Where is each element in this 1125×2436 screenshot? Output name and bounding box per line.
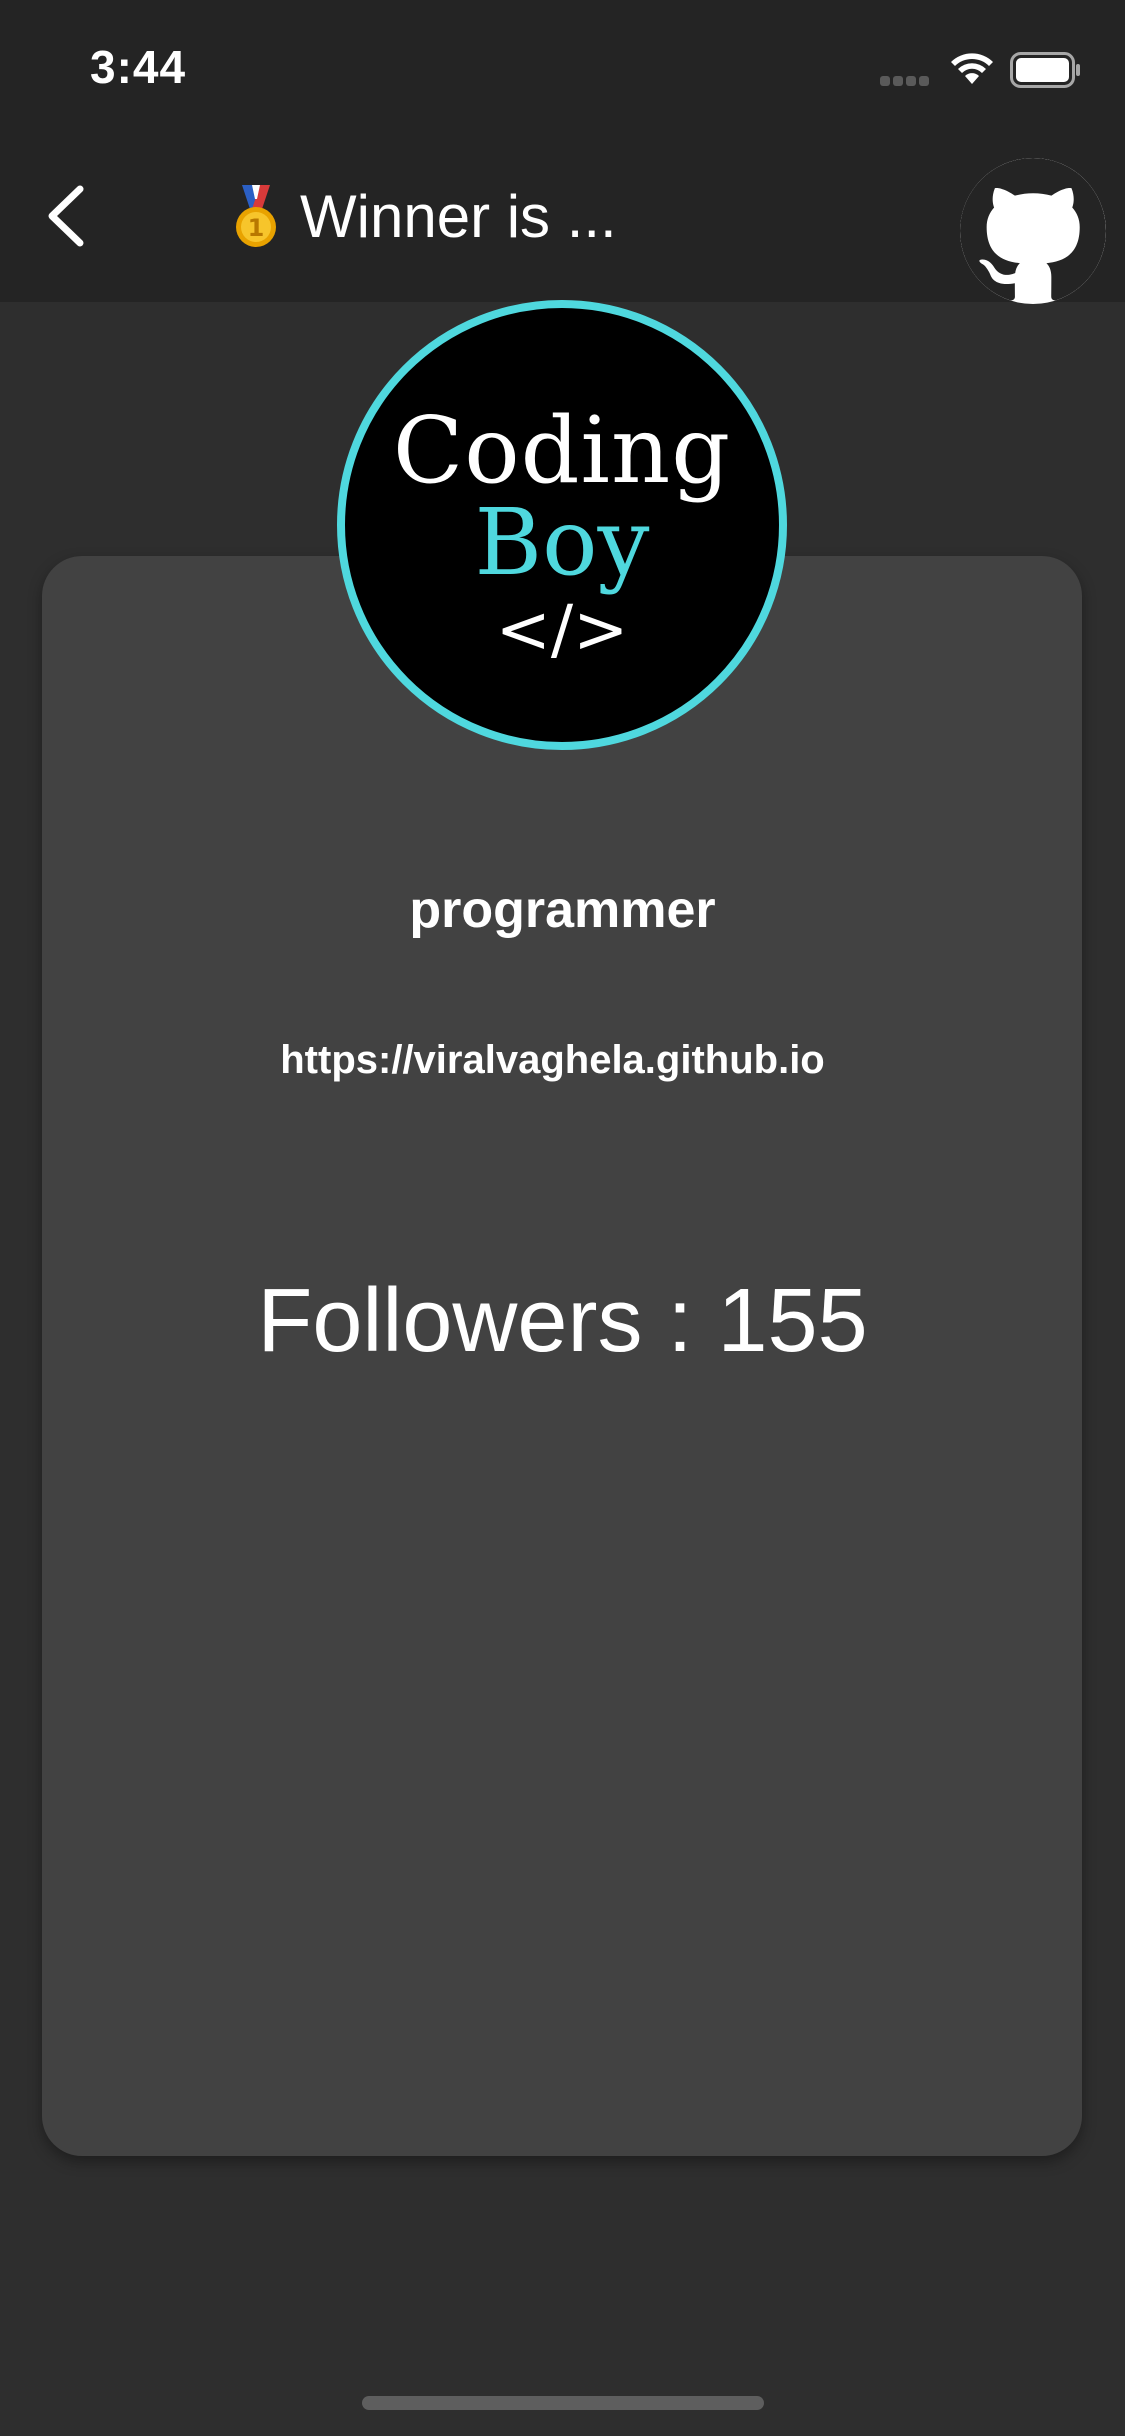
- page-title: 1 Winner is ...: [230, 182, 617, 251]
- page-title-text: Winner is ...: [300, 183, 617, 250]
- battery-icon: [1010, 52, 1080, 88]
- status-bar: 3:44: [0, 0, 1125, 130]
- followers-count: Followers : 155: [0, 1270, 1125, 1373]
- wifi-icon: [951, 53, 993, 84]
- chevron-left-icon: [48, 185, 84, 247]
- cellular-signal-icon: [880, 76, 930, 86]
- navigation-bar: 1 Winner is ...: [0, 130, 1125, 304]
- github-button[interactable]: [960, 158, 1106, 304]
- github-icon: [960, 158, 1106, 301]
- home-indicator[interactable]: [362, 2396, 764, 2410]
- avatar-logo-text: Coding: [392, 397, 732, 504]
- code-icon: </>: [495, 591, 629, 668]
- status-time: 3:44: [90, 41, 187, 93]
- avatar: Coding Boy </>: [337, 300, 787, 750]
- profile-url-link[interactable]: https://viralvaghela.github.io: [0, 1038, 1105, 1083]
- back-button[interactable]: [36, 176, 96, 256]
- svg-text:1: 1: [248, 214, 265, 242]
- username: programmer: [409, 881, 716, 939]
- avatar-logo-subtext: Boy: [474, 489, 650, 596]
- first-place-medal-icon: 1: [236, 184, 276, 247]
- followers-value: 155: [717, 1271, 868, 1371]
- followers-label: Followers :: [257, 1271, 718, 1371]
